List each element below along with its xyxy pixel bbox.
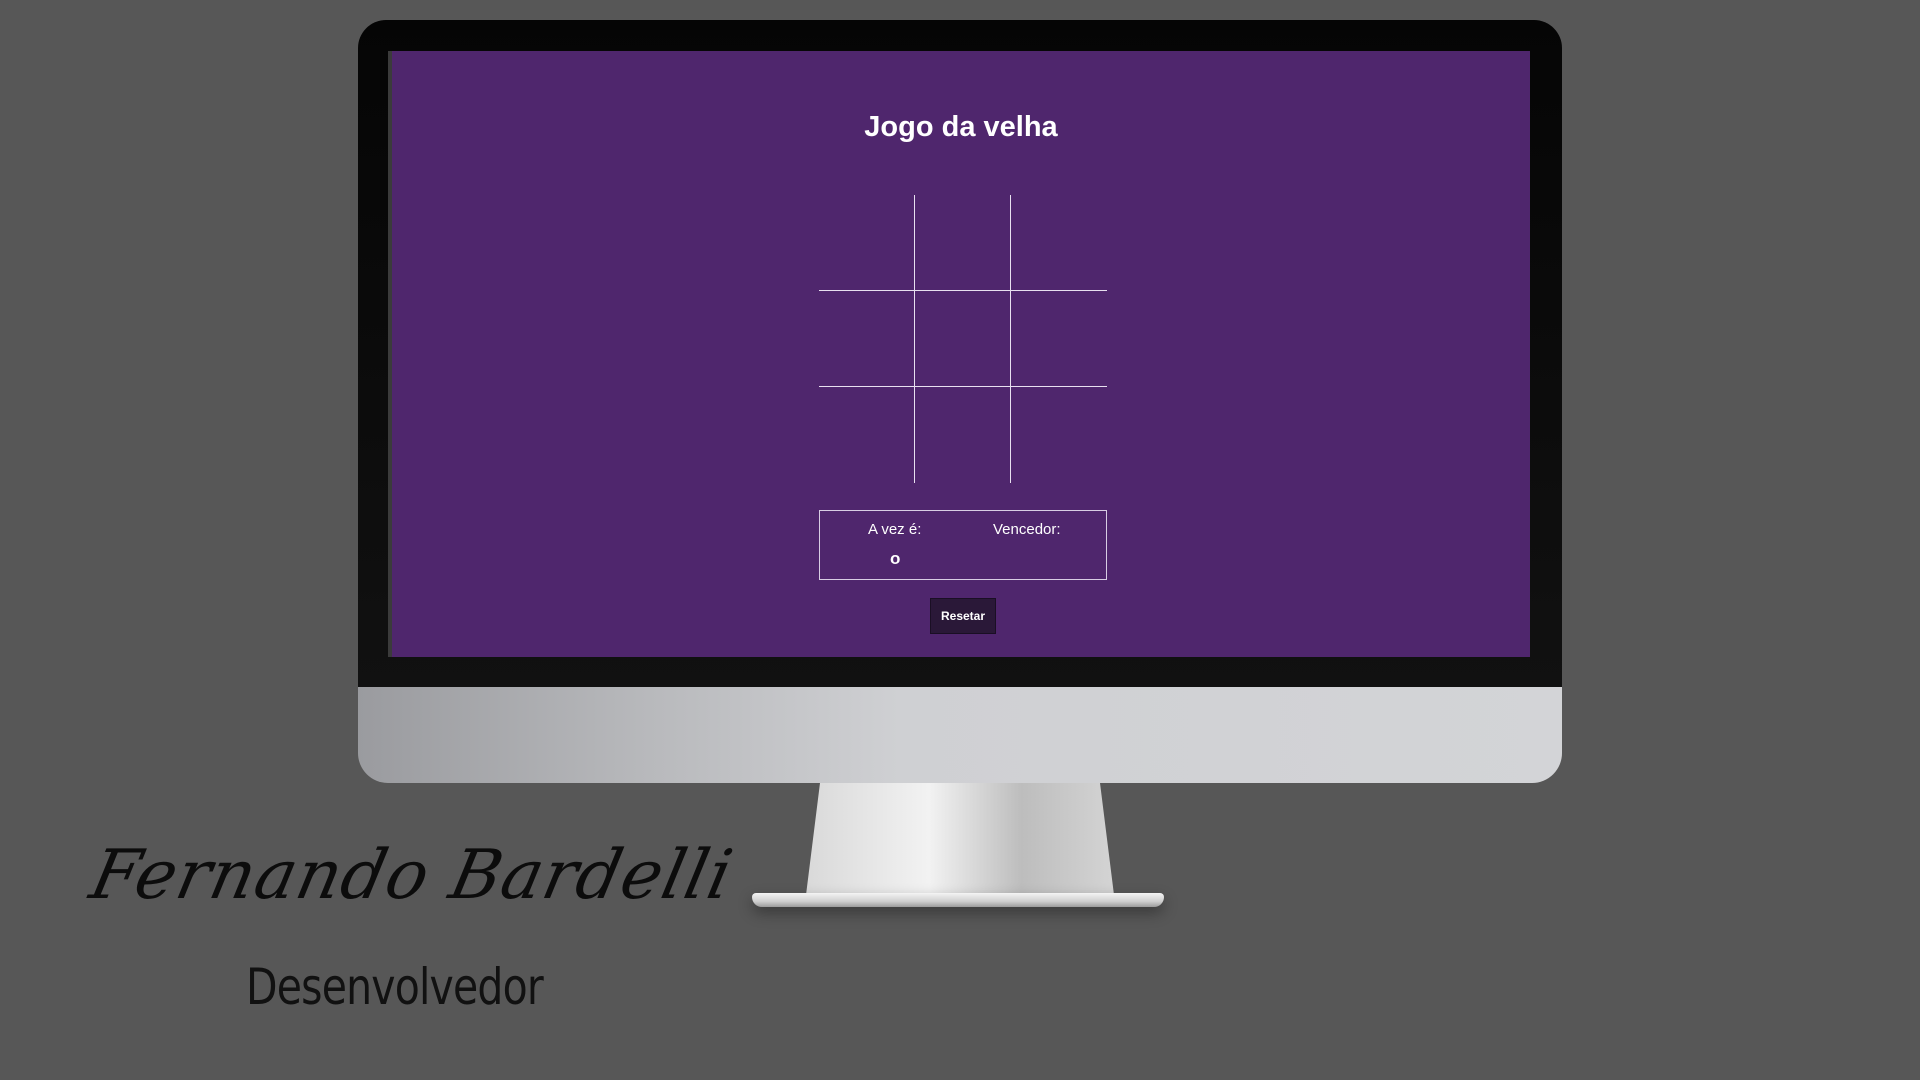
reset-button[interactable]: Resetar: [930, 598, 996, 634]
board-cell[interactable]: [819, 195, 915, 291]
monitor-screen: Jogo da velha A vez é: o Vencedor: Reset…: [388, 51, 1530, 657]
stage: Jogo da velha A vez é: o Vencedor: Reset…: [0, 0, 1920, 1080]
monitor-stand-base: [752, 893, 1164, 907]
board-cell[interactable]: [915, 291, 1011, 387]
board-cell[interactable]: [819, 291, 915, 387]
status-panel: A vez é: o Vencedor:: [819, 510, 1107, 580]
author-signature: Fernando Bardelli: [83, 836, 740, 915]
board-cell[interactable]: [819, 387, 915, 483]
board-cell[interactable]: [1011, 291, 1107, 387]
monitor-chin: [358, 687, 1562, 783]
monitor-stand: [806, 783, 1114, 895]
tic-tac-toe-board: [819, 195, 1107, 483]
board-cell[interactable]: [1011, 387, 1107, 483]
page-title: Jogo da velha: [864, 111, 1058, 143]
board-cell[interactable]: [1011, 195, 1107, 291]
author-role: Desenvolvedor: [246, 958, 544, 1016]
board-cell[interactable]: [915, 387, 1011, 483]
turn-label: A vez é:: [868, 521, 922, 538]
winner-label: Vencedor:: [993, 521, 1061, 538]
board-cell[interactable]: [915, 195, 1011, 291]
turn-value: o: [890, 549, 901, 568]
